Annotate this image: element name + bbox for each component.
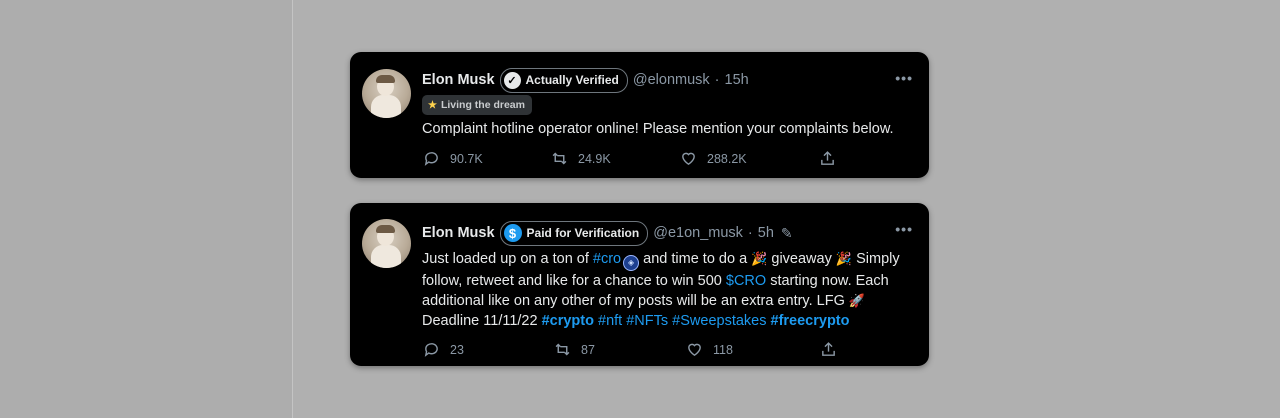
dollar-badge-icon: $ <box>503 224 522 242</box>
verification-badge[interactable]: ✓ Actually Verified <box>499 67 628 93</box>
badge-label: Paid for Verification <box>526 226 640 240</box>
cro-coin-icon: ◈ <box>623 255 640 271</box>
avatar[interactable] <box>362 69 411 118</box>
retweet-count: 87 <box>581 342 595 357</box>
text-segment: Deadline 11/11/22 <box>422 313 542 329</box>
text-segment: giveaway <box>767 251 836 267</box>
timestamp[interactable]: 15h <box>725 72 749 88</box>
like-icon <box>682 152 695 166</box>
reply-button[interactable]: 90.7K <box>423 150 483 167</box>
star-icon: ★ <box>428 99 437 111</box>
retweet-icon <box>552 152 567 165</box>
hashtag-freecrypto[interactable]: #freecrypto <box>771 313 850 329</box>
display-name[interactable]: Elon Musk <box>422 72 495 88</box>
reply-button[interactable]: 23 <box>423 341 464 358</box>
like-button[interactable]: 288.2K <box>680 150 747 167</box>
retweet-button[interactable]: 87 <box>554 341 595 358</box>
separator-dot: · <box>714 72 720 88</box>
reply-icon <box>424 152 438 166</box>
hashtag-nft[interactable]: #nft <box>598 313 622 329</box>
tweet-card[interactable]: Elon Musk $ Paid for Verification @e1on_… <box>350 203 929 366</box>
hashtag-sweepstakes[interactable]: #Sweepstakes <box>672 313 766 329</box>
rocket-icon: 🚀 <box>848 293 866 308</box>
cashtag-cro[interactable]: $CRO <box>726 273 766 289</box>
like-button[interactable]: 118 <box>686 341 733 358</box>
verification-badge[interactable]: $ Paid for Verification <box>499 220 649 246</box>
reply-count: 90.7K <box>450 151 483 166</box>
like-count: 288.2K <box>707 151 747 166</box>
separator-dot: · <box>747 225 753 241</box>
more-icon[interactable]: ••• <box>895 70 913 86</box>
text-segment: Just loaded up on a ton of <box>422 251 593 267</box>
party-popper-icon: 🎉 <box>835 251 853 266</box>
timestamp[interactable]: 5h <box>758 225 774 241</box>
status-text: Living the dream <box>440 99 525 111</box>
retweet-count: 24.9K <box>578 151 611 166</box>
avatar[interactable] <box>362 219 411 268</box>
share-button[interactable] <box>820 341 847 358</box>
handle[interactable]: @e1on_musk <box>653 225 743 241</box>
status-pill: ★ Living the dream <box>422 95 532 115</box>
reply-count: 23 <box>450 342 464 357</box>
handle[interactable]: @elonmusk <box>633 72 710 88</box>
like-count: 118 <box>713 342 733 357</box>
tweet-card[interactable]: Elon Musk ✓ Actually Verified @elonmusk … <box>350 52 929 178</box>
share-button[interactable] <box>819 150 846 167</box>
reply-icon <box>424 343 438 357</box>
retweet-button[interactable]: 24.9K <box>551 150 611 167</box>
verified-check-icon: ✓ <box>503 71 521 89</box>
left-panel <box>0 0 293 418</box>
tweet-text: Just loaded up on a ton of #cro ◈ and tim… <box>422 249 916 331</box>
more-icon[interactable]: ••• <box>895 221 913 237</box>
display-name[interactable]: Elon Musk <box>422 225 495 241</box>
share-icon <box>822 342 835 356</box>
party-popper-icon: 🎉 <box>751 251 768 266</box>
text-segment: and time to do a <box>639 251 752 267</box>
tweet-header: Elon Musk $ Paid for Verification @e1on_… <box>422 220 793 246</box>
edit-pencil-icon[interactable]: ✎ <box>781 225 793 242</box>
share-icon <box>821 151 834 165</box>
hashtag-nfts[interactable]: #NFTs <box>626 313 668 329</box>
like-icon <box>688 343 701 357</box>
badge-label: Actually Verified <box>525 73 619 87</box>
tweet-text: Complaint hotline operator online! Pleas… <box>422 121 894 137</box>
hashtag-crypto[interactable]: #crypto <box>542 313 594 329</box>
retweet-icon <box>555 343 570 356</box>
tweet-header: Elon Musk ✓ Actually Verified @elonmusk … <box>422 67 749 93</box>
hashtag-cro[interactable]: #cro <box>593 251 621 267</box>
